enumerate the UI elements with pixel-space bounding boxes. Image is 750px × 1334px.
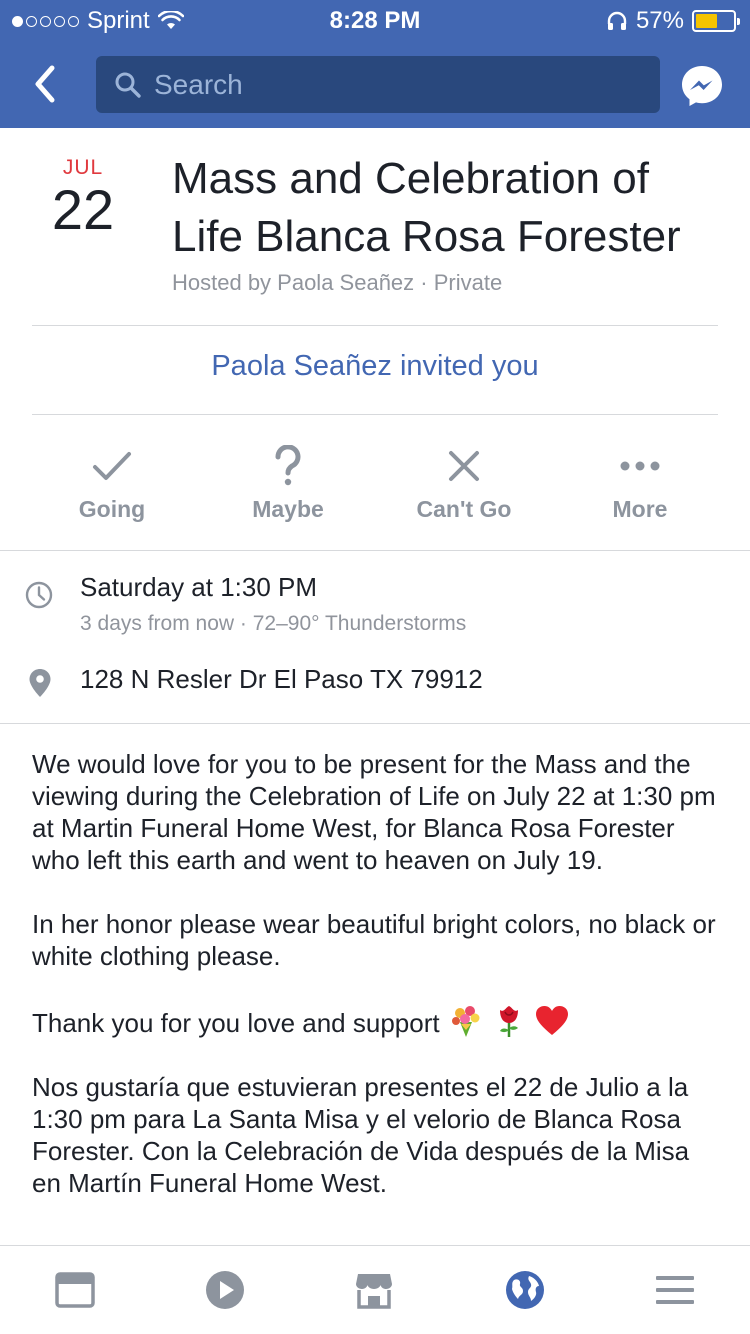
event-description: We would love for you to be present for … [32,748,722,1231]
more-dots-icon [620,461,660,471]
news-feed-icon[interactable] [55,1270,95,1310]
battery-percent: 57% [635,7,684,34]
question-icon [275,445,301,486]
event-location-row[interactable]: 128 N Resler Dr El Paso TX 79912 [0,664,750,700]
description-paragraph: We would love for you to be present for … [32,749,716,875]
marketplace-icon[interactable] [354,1270,394,1310]
notifications-globe-icon[interactable] [505,1270,545,1310]
check-icon [93,452,131,480]
battery-icon [692,10,740,32]
search-placeholder: Search [154,68,243,100]
cant-go-label: Can't Go [416,496,512,522]
going-label: Going [78,496,146,522]
video-icon[interactable] [205,1270,245,1310]
back-chevron-icon[interactable] [26,58,66,110]
search-icon [115,72,141,98]
going-button[interactable]: Going [24,442,200,532]
x-icon [449,451,479,481]
description-text: Thank you for you love and support [32,1008,440,1038]
rsvp-actions: Going Maybe Can't Go More [24,442,728,532]
messenger-icon[interactable] [680,64,724,108]
event-time: Saturday at 1:30 PM [80,572,318,602]
event-location: 128 N Resler Dr El Paso TX 79912 [80,664,483,694]
description-paragraph: Nos gustaría que estuvieran presentes el… [32,1072,690,1198]
event-date: JUL 22 [30,156,136,240]
location-pin-icon [29,669,51,697]
cant-go-button[interactable]: Can't Go [376,442,552,532]
event-time-subtext: 3 days from now · 72–90° Thunderstorms [80,612,467,635]
status-bar: Sprint 8:28 PM 57% [0,0,750,40]
divider [32,414,718,415]
top-bar: Sprint 8:28 PM 57% Search [0,0,750,128]
bottom-tab-bar [0,1245,750,1334]
divider [32,325,718,326]
headphones-icon [607,11,627,30]
search-input[interactable]: Search [96,56,660,113]
description-paragraph: In her honor please wear beautiful brigh… [32,909,716,971]
bouquet-emoji-icon [451,1006,480,1037]
divider [0,550,750,551]
clock-icon [25,581,53,609]
divider [0,723,750,724]
rose-emoji-icon [500,1006,519,1037]
event-month: JUL [62,156,104,179]
description-paragraph: Thank you for you love and support [32,1004,722,1039]
red-heart-emoji-icon [536,1006,569,1035]
maybe-label: Maybe [252,496,324,522]
event-time-row[interactable]: Saturday at 1:30 PM 3 days from now · 72… [0,572,750,642]
event-title: Mass and Celebration of Life Blanca Rosa… [172,154,681,261]
maybe-button[interactable]: Maybe [200,442,376,532]
nav-bar: Search [0,40,750,128]
invited-by-link[interactable]: Paola Seañez invited you [0,350,750,383]
more-label: More [612,496,668,522]
menu-icon[interactable] [655,1270,695,1310]
event-day: 22 [51,178,115,241]
more-button[interactable]: More [552,442,728,532]
event-host-line[interactable]: Hosted by Paola Seañez · Private [172,270,502,296]
